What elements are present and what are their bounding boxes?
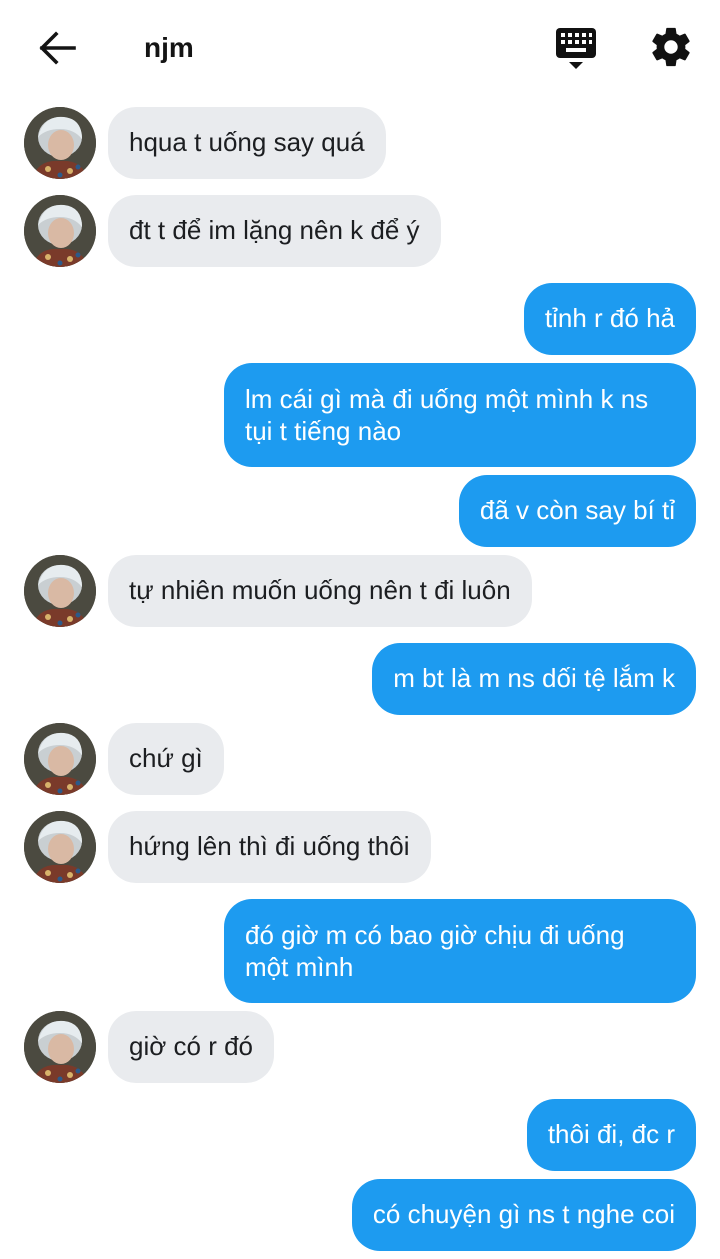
- avatar[interactable]: [24, 811, 96, 883]
- message-list[interactable]: hqua t uống say quá đt t để im lặng nên …: [0, 0, 720, 1259]
- profile-photo: [24, 1011, 96, 1083]
- outgoing-message[interactable]: m bt là m ns dối tệ lắm k: [372, 643, 696, 715]
- outgoing-message[interactable]: đó giờ m có bao giờ chịu đi uống một mìn…: [224, 899, 696, 1003]
- avatar[interactable]: [24, 723, 96, 795]
- incoming-message[interactable]: giờ có r đó: [108, 1011, 274, 1083]
- outgoing-message[interactable]: thôi đi, đc r: [526, 1099, 696, 1171]
- incoming-message[interactable]: tự nhiên muốn uống nên t đi luôn: [108, 555, 532, 627]
- incoming-message[interactable]: hqua t uống say quá: [108, 107, 386, 179]
- incoming-message[interactable]: chứ gì: [108, 723, 224, 795]
- outgoing-message[interactable]: tỉnh r đó hả: [523, 283, 696, 355]
- incoming-message[interactable]: đt t để im lặng nên k để ý: [108, 195, 441, 267]
- outgoing-message[interactable]: đã v còn say bí tỉ: [458, 475, 696, 547]
- avatar[interactable]: [24, 555, 96, 627]
- profile-photo: [24, 555, 96, 627]
- profile-photo: [24, 723, 96, 795]
- avatar[interactable]: [24, 195, 96, 267]
- profile-photo: [24, 811, 96, 883]
- avatar[interactable]: [24, 1011, 96, 1083]
- profile-photo: [24, 195, 96, 267]
- avatar[interactable]: [24, 107, 96, 179]
- incoming-message[interactable]: hứng lên thì đi uống thôi: [108, 811, 431, 883]
- outgoing-message[interactable]: lm cái gì mà đi uống một mình k ns tụi t…: [224, 363, 696, 467]
- profile-photo: [24, 107, 96, 179]
- outgoing-message[interactable]: có chuyện gì ns t nghe coi: [351, 1179, 696, 1251]
